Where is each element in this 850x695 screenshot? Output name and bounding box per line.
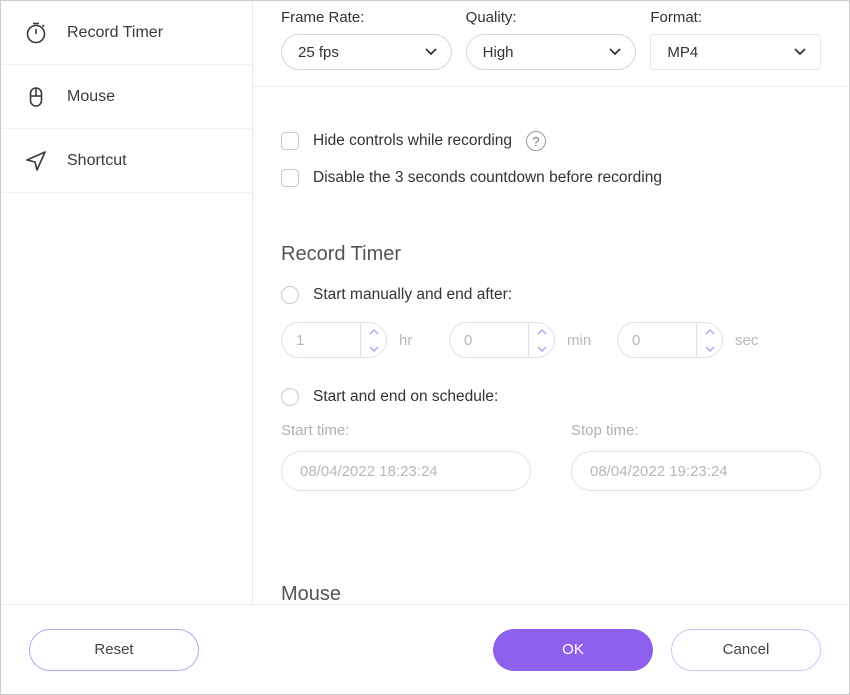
minutes-unit: min [567,332,605,349]
frame-rate-field: Frame Rate: 25 fps [281,9,452,70]
format-select[interactable]: MP4 [650,34,821,70]
quality-value: High [483,44,514,61]
reset-label: Reset [94,641,133,658]
hide-controls-row: Hide controls while recording ? [281,131,821,151]
stop-time-col: Stop time: 08/04/2022 19:23:24 [571,422,821,491]
seconds-up-button[interactable] [697,323,722,340]
duration-row: 1 hr 0 min [253,314,849,366]
sidebar-list: Record Timer Mouse [1,1,252,604]
record-timer-title: Record Timer [281,243,821,266]
mouse-icon [23,84,49,110]
chevron-down-icon [609,48,621,56]
ok-label: OK [562,641,584,658]
hours-value: 1 [282,332,360,349]
manual-end-label: Start manually and end after: [313,286,512,304]
hours-stepper [360,323,386,357]
hours-unit: hr [399,332,437,349]
disable-countdown-checkbox[interactable] [281,169,299,187]
cancel-button[interactable]: Cancel [671,629,821,671]
recording-options: Hide controls while recording ? Disable … [253,87,849,211]
seconds-stepper [696,323,722,357]
encoding-settings-row: Frame Rate: 25 fps Quality: High [253,9,849,87]
minutes-spinner[interactable]: 0 [449,322,555,358]
minutes-down-button[interactable] [529,340,554,357]
reset-button[interactable]: Reset [29,629,199,671]
scroll-area[interactable]: Frame Rate: 25 fps Quality: High [253,1,849,604]
start-time-value: 08/04/2022 18:23:24 [300,463,438,480]
dialog-body: Record Timer Mouse [1,1,849,604]
help-icon[interactable]: ? [526,131,546,151]
start-time-label: Start time: [281,422,531,439]
stop-time-value: 08/04/2022 19:23:24 [590,463,728,480]
hours-up-button[interactable] [361,323,386,340]
seconds-value: 0 [618,332,696,349]
format-value: MP4 [667,44,698,61]
sidebar: Record Timer Mouse [1,1,253,604]
schedule-row: Start and end on schedule: [253,366,849,416]
schedule-times-row: Start time: 08/04/2022 18:23:24 Stop tim… [253,416,849,503]
sidebar-item-label: Mouse [67,88,115,106]
minutes-value: 0 [450,332,528,349]
cancel-label: Cancel [723,641,770,658]
sidebar-item-record-timer[interactable]: Record Timer [1,1,252,65]
hours-down-button[interactable] [361,340,386,357]
chevron-down-icon [425,48,437,56]
frame-rate-value: 25 fps [298,44,339,61]
schedule-radio[interactable] [281,388,299,406]
ok-button[interactable]: OK [493,629,653,671]
hours-spinner[interactable]: 1 [281,322,387,358]
minutes-up-button[interactable] [529,323,554,340]
seconds-unit: sec [735,332,773,349]
seconds-spinner[interactable]: 0 [617,322,723,358]
schedule-label: Start and end on schedule: [313,388,498,406]
manual-end-radio[interactable] [281,286,299,304]
stop-time-label: Stop time: [571,422,821,439]
disable-countdown-label: Disable the 3 seconds countdown before r… [313,169,662,187]
stop-time-input[interactable]: 08/04/2022 19:23:24 [571,451,821,491]
format-field: Format: MP4 [650,9,821,70]
quality-select[interactable]: High [466,34,637,70]
seconds-down-button[interactable] [697,340,722,357]
mouse-section-title: Mouse [281,583,821,604]
sidebar-item-mouse[interactable]: Mouse [1,65,252,129]
frame-rate-select[interactable]: 25 fps [281,34,452,70]
dialog-footer: Reset OK Cancel [1,604,849,694]
hide-controls-checkbox[interactable] [281,132,299,150]
main-panel: Frame Rate: 25 fps Quality: High [253,1,849,604]
frame-rate-label: Frame Rate: [281,9,452,26]
chevron-down-icon [794,48,806,56]
settings-dialog: Record Timer Mouse [0,0,850,695]
sidebar-item-label: Record Timer [67,24,163,42]
format-label: Format: [650,9,821,26]
timer-icon [23,20,49,46]
shortcut-icon [23,148,49,174]
quality-field: Quality: High [466,9,637,70]
start-time-input[interactable]: 08/04/2022 18:23:24 [281,451,531,491]
quality-label: Quality: [466,9,637,26]
disable-countdown-row: Disable the 3 seconds countdown before r… [281,169,821,187]
sidebar-item-label: Shortcut [67,152,127,170]
sidebar-item-shortcut[interactable]: Shortcut [1,129,252,193]
hide-controls-label: Hide controls while recording [313,132,512,150]
minutes-stepper [528,323,554,357]
start-time-col: Start time: 08/04/2022 18:23:24 [281,422,531,491]
manual-end-row: Start manually and end after: [253,272,849,314]
